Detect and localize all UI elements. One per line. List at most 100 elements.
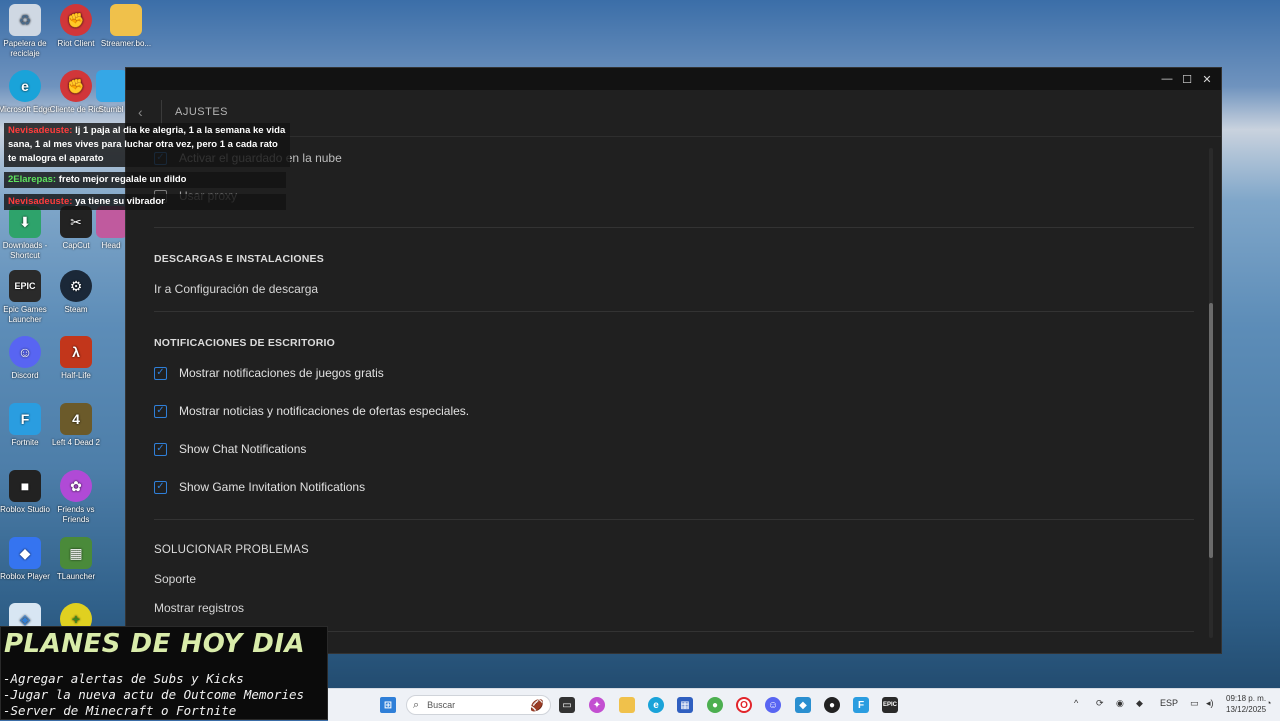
desktop-icon-label: Cliente de Riot [49, 105, 103, 114]
section-divider [154, 311, 1194, 312]
offers-checkbox[interactable]: ✓ [154, 404, 167, 418]
desktop-icon-half-life[interactable]: λ Half-Life [45, 336, 107, 381]
desktop-icon-label: Friends vs Friends [57, 505, 95, 524]
discord-icon[interactable]: ☺ [765, 697, 781, 713]
desktop-icon-label: Fortnite [11, 438, 39, 447]
planes-item: -Agregar alertas de Subs y Kicks [3, 671, 244, 686]
windows-start-icon[interactable]: ⊞ [380, 697, 396, 713]
recycle-bin-icon: ♻ [9, 4, 41, 36]
edge-icon[interactable]: e [648, 697, 664, 713]
minimize-button[interactable]: — [1157, 68, 1177, 90]
free-games-checkbox[interactable]: ✓ [154, 366, 167, 380]
settings-content: ✓ Activar el guardado en la nube Usar pr… [126, 137, 1206, 637]
notification-label: Show Chat Notifications [179, 442, 307, 456]
desktop-icon-label: Roblox Player [0, 572, 50, 581]
epic-games-icon[interactable]: EPIC [882, 697, 898, 713]
maximize-button[interactable]: ☐ [1177, 68, 1197, 90]
notification-option-free-games[interactable]: ✓ Mostrar notificaciones de juegos grati… [154, 366, 384, 380]
task-view-icon[interactable]: ▭ [559, 697, 575, 713]
desktop-icon-label: TLauncher [56, 572, 96, 581]
notification-label: Mostrar noticias y notificaciones de ofe… [179, 404, 470, 418]
file-explorer-icon[interactable] [619, 697, 635, 713]
chrome-icon[interactable]: ● [707, 697, 723, 713]
game-invitation-checkbox[interactable]: ✓ [154, 480, 167, 494]
discord-icon: ☺ [9, 336, 41, 368]
downloads-icon: ⬇ [9, 206, 41, 238]
language-indicator[interactable]: ESP [1160, 698, 1178, 708]
troubleshoot-section-title: SOLUCIONAR PROBLEMAS [154, 544, 309, 556]
roblox-player-icon: ◆ [9, 537, 41, 569]
desktop-icon-head[interactable]: Head [96, 206, 126, 251]
desktop-icon-label: Roblox Studio [0, 505, 50, 514]
desktop-icon-tlauncher[interactable]: ▦ TLauncher [45, 537, 107, 582]
tlauncher-icon: ▦ [60, 537, 92, 569]
desktop-icon-stumble[interactable]: Stumbl [96, 70, 126, 115]
chat-username: 2Elarepas: [8, 174, 57, 185]
taskbar: ⊞ ⌕ Buscar 🏈 ▭ ✦ e ▦ ● O ☺ ◆ ● F EPIC ^ … [328, 688, 1280, 721]
app-icon [96, 206, 126, 238]
tray-app-icon[interactable]: ⟳ [1096, 698, 1104, 709]
close-button[interactable]: ✕ [1197, 68, 1217, 90]
obs-icon[interactable]: ● [824, 697, 840, 713]
desktop-icon-label: Streamer.bo... [100, 39, 152, 48]
fortnite-icon: F [9, 403, 41, 435]
desktop-icon-steam[interactable]: ⚙ Steam [45, 270, 107, 315]
desktop-icon-label: Epic Games Launcher [3, 305, 47, 324]
epic-games-icon: EPIC [9, 270, 41, 302]
desktop-icon-l4d2[interactable]: 4 Left 4 Dead 2 [45, 403, 107, 448]
chat-username: Nevisadeuste: [8, 196, 73, 207]
scrollbar-thumb[interactable] [1209, 303, 1213, 558]
section-divider [154, 227, 1194, 228]
riot-client-icon: ✊ [60, 4, 92, 36]
notification-option-game-invitation[interactable]: ✓ Show Game Invitation Notifications [154, 480, 365, 494]
widget-icon: 🏈 [530, 699, 544, 712]
opera-icon[interactable]: O [736, 697, 752, 713]
stumble-icon [96, 70, 126, 102]
notification-label: Show Game Invitation Notifications [179, 480, 366, 494]
chat-text: freto mejor regalale un dildo [58, 174, 187, 185]
back-arrow-icon[interactable]: ‹ [138, 104, 143, 120]
riot-client-icon: ✊ [60, 70, 92, 102]
search-icon: ⌕ [413, 698, 420, 711]
desktop-icon-label: Riot Client [57, 39, 95, 48]
l4d2-icon: 4 [60, 403, 92, 435]
taskbar-search[interactable]: ⌕ Buscar 🏈 [406, 695, 551, 715]
app-icon[interactable]: ◆ [795, 697, 811, 713]
desktop-icon-friends-vs-friends[interactable]: ✿ Friends vs Friends [45, 470, 107, 525]
desktop-icon-streamer-folder[interactable]: Streamer.bo... [95, 4, 157, 49]
desktop-icon-label: CapCut [62, 241, 90, 250]
planes-item: -Server de Minecraft o Fortnite [3, 703, 237, 718]
download-settings-link[interactable]: Ir a Configuración de descarga [154, 282, 318, 296]
network-icon[interactable]: ▭ [1190, 698, 1199, 709]
fortnite-icon[interactable]: F [853, 697, 869, 713]
notification-option-chat[interactable]: ✓ Show Chat Notifications [154, 442, 306, 456]
page-title: AJUSTES [175, 106, 229, 118]
chat-notifications-checkbox[interactable]: ✓ [154, 442, 167, 456]
chat-text: ya tiene su vibrador [75, 196, 165, 207]
planes-title: PLANES DE HOY DIA [4, 629, 306, 659]
planes-overlay: PLANES DE HOY DIA -Agregar alertas de Su… [0, 626, 328, 720]
desktop-icon-label: Stumbl [98, 105, 124, 114]
desktop-icon-label: Discord [11, 371, 39, 380]
support-link[interactable]: Soporte [154, 572, 196, 586]
clock-date: 13/12/2025 [1226, 705, 1267, 714]
tray-app-icon[interactable]: ◆ [1136, 698, 1143, 709]
chat-username: Nevisadeuste: [8, 125, 73, 136]
volume-icon[interactable]: ◂) [1206, 698, 1214, 709]
show-logs-link[interactable]: Mostrar registros [154, 601, 244, 615]
chat-message: Nevisadeuste: ya tiene su vibrador [4, 194, 286, 210]
clock-time: 09:18 p. m. [1226, 694, 1267, 703]
desktop-icon-label: Downloads - Shortcut [2, 241, 48, 260]
window-titlebar: — ☐ ✕ [126, 68, 1221, 90]
notification-option-offers[interactable]: ✓ Mostrar noticias y notificaciones de o… [154, 404, 469, 418]
desktop-icon-label: Steam [64, 305, 88, 314]
notification-bell-icon[interactable]: ◔ [1266, 698, 1271, 708]
settings-header: ‹ AJUSTES [126, 90, 1221, 137]
store-icon[interactable]: ▦ [677, 697, 693, 713]
edge-icon: e [9, 70, 41, 102]
clock[interactable]: 09:18 p. m. 13/12/2025 [1226, 693, 1266, 715]
copilot-icon[interactable]: ✦ [589, 697, 605, 713]
tray-app-icon[interactable]: ◉ [1116, 698, 1124, 709]
desktop-icon-label: Half-Life [61, 371, 91, 380]
tray-chevron-icon[interactable]: ^ [1074, 698, 1078, 708]
